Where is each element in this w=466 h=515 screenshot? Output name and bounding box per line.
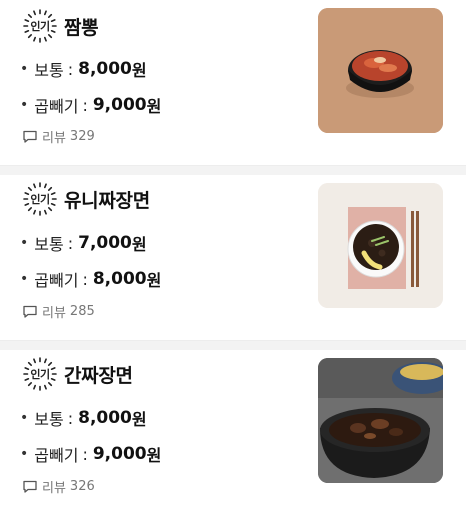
size-label: 보통 xyxy=(34,235,64,254)
price-row-large: • 곱빼기 : 8,000 원 xyxy=(20,267,161,291)
menu-item[interactable]: 인기 짬뽕 • 보통 : 8,000 원 • 곱빼기 : 9,000 원 리뷰 … xyxy=(0,0,466,165)
colon: : xyxy=(82,444,88,464)
price-value: 8,000 xyxy=(78,59,132,79)
size-label: 곱빼기 xyxy=(34,97,79,116)
menu-name: 짬뽕 xyxy=(64,16,99,39)
price-unit: 원 xyxy=(131,410,147,429)
badge-label: 인기 xyxy=(30,193,50,206)
price-unit: 원 xyxy=(146,97,162,116)
menu-item[interactable]: 인기 간짜장면 • 보통 : 8,000 원 • 곱빼기 : 9,000 원 리… xyxy=(0,350,466,515)
menu-photo[interactable] xyxy=(318,8,443,133)
review-count: 326 xyxy=(69,479,95,494)
colon: : xyxy=(67,59,74,79)
comment-icon xyxy=(23,305,37,318)
price-value: 7,000 xyxy=(78,233,132,253)
price-row-regular: • 보통 : 7,000 원 xyxy=(20,231,147,255)
bullet: • xyxy=(20,271,29,287)
colon: : xyxy=(67,233,74,253)
jjamppong-photo-icon xyxy=(318,8,443,133)
size-label: 보통 xyxy=(34,410,64,429)
bullet: • xyxy=(20,410,29,426)
colon: : xyxy=(82,95,88,115)
menu-title-row: 인기 짬뽕 xyxy=(22,8,99,44)
menu-item[interactable]: 인기 유니짜장면 • 보통 : 7,000 원 • 곱빼기 : 8,000 원 … xyxy=(0,175,466,340)
price-value: 9,000 xyxy=(92,95,147,115)
comment-icon xyxy=(23,130,37,143)
jjajangmyeon-photo-icon xyxy=(318,183,443,308)
menu-photo[interactable] xyxy=(318,358,443,483)
review-row: 리뷰 326 xyxy=(23,477,95,496)
size-label: 곱빼기 xyxy=(34,271,79,290)
bullet: • xyxy=(20,61,29,77)
price-unit: 원 xyxy=(146,271,162,290)
badge-label: 인기 xyxy=(30,20,50,33)
review-count: 329 xyxy=(69,129,95,144)
price-row-regular: • 보통 : 8,000 원 xyxy=(20,57,147,81)
size-label: 곱빼기 xyxy=(34,446,79,465)
ganjjajang-photo-icon xyxy=(318,358,443,483)
review-row: 리뷰 329 xyxy=(23,127,95,146)
price-value: 8,000 xyxy=(92,269,147,289)
price-unit: 원 xyxy=(131,235,147,254)
bullet: • xyxy=(20,97,29,113)
review-label: 리뷰 xyxy=(42,306,66,321)
popular-badge: 인기 xyxy=(22,356,58,392)
menu-list: 인기 짬뽕 • 보통 : 8,000 원 • 곱빼기 : 9,000 원 리뷰 … xyxy=(0,0,466,515)
review-label: 리뷰 xyxy=(42,131,66,146)
review-row: 리뷰 285 xyxy=(23,302,95,321)
menu-title-row: 인기 유니짜장면 xyxy=(22,181,150,217)
price-value: 8,000 xyxy=(78,408,132,428)
colon: : xyxy=(67,408,74,428)
price-value: 9,000 xyxy=(92,444,147,464)
comment-icon xyxy=(23,480,37,493)
bullet: • xyxy=(20,446,29,462)
review-label: 리뷰 xyxy=(42,481,66,496)
review-count: 285 xyxy=(69,304,95,319)
price-row-regular: • 보통 : 8,000 원 xyxy=(20,406,147,430)
size-label: 보통 xyxy=(34,61,64,80)
menu-photo[interactable] xyxy=(318,183,443,308)
menu-name: 유니짜장면 xyxy=(64,189,150,212)
item-divider xyxy=(0,340,466,350)
price-row-large: • 곱빼기 : 9,000 원 xyxy=(20,442,161,466)
price-unit: 원 xyxy=(146,446,162,465)
price-unit: 원 xyxy=(131,61,147,80)
price-row-large: • 곱빼기 : 9,000 원 xyxy=(20,93,161,117)
item-divider xyxy=(0,165,466,175)
popular-badge: 인기 xyxy=(22,8,58,44)
popular-badge: 인기 xyxy=(22,181,58,217)
colon: : xyxy=(82,269,88,289)
menu-title-row: 인기 간짜장면 xyxy=(22,356,133,392)
badge-label: 인기 xyxy=(30,368,50,381)
menu-name: 간짜장면 xyxy=(64,364,133,387)
bullet: • xyxy=(20,235,29,251)
